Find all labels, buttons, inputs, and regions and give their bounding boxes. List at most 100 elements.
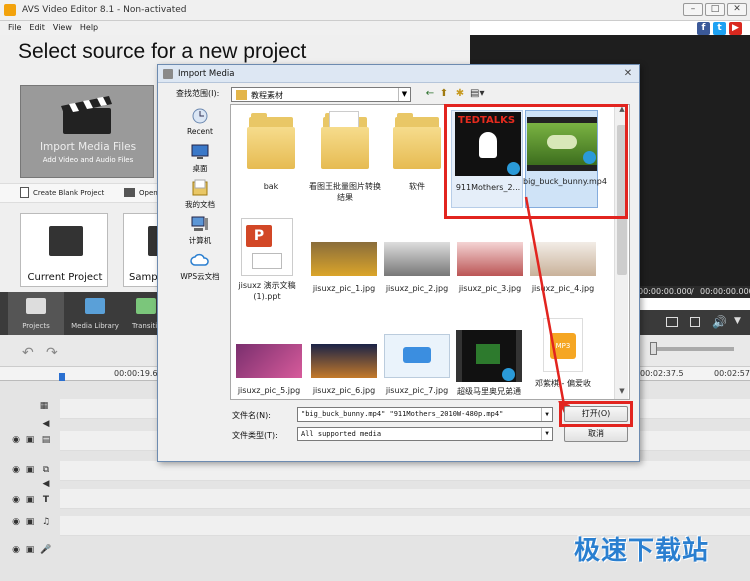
overlay-icon[interactable]: ⧉ xyxy=(40,465,52,475)
playhead[interactable] xyxy=(59,373,65,381)
eye-icon[interactable]: ◉ xyxy=(10,495,22,505)
tab-transitions-label: Transiti xyxy=(132,322,158,330)
clapperboard-icon xyxy=(61,96,112,134)
back-arrow-icon[interactable]: ← xyxy=(424,88,436,100)
chevron-down-icon[interactable]: ▼ xyxy=(541,428,552,440)
lock-icon[interactable]: ▣ xyxy=(24,495,36,505)
lookin-dropdown[interactable]: 教程素材 ▼ xyxy=(231,87,411,102)
file-label: jisuxz_pic_6.jpg xyxy=(312,386,376,395)
volume-icon[interactable]: 🔊 xyxy=(712,315,727,329)
window-title: AVS Video Editor 8.1 - Non-activated xyxy=(22,5,187,15)
file-item[interactable]: 看图王批量图片转换结果 xyxy=(306,111,384,203)
chevron-down-icon[interactable]: ▼ xyxy=(398,88,410,101)
cancel-button[interactable]: 取消 xyxy=(564,426,628,442)
lookin-label: 查找范围(I): xyxy=(176,89,220,98)
up-folder-icon[interactable]: ⬆ xyxy=(438,88,450,100)
text-icon[interactable]: T xyxy=(40,495,52,505)
lock-icon[interactable]: ▣ xyxy=(24,517,36,527)
tab-media-library-label: Media Library xyxy=(71,322,119,330)
tab-transitions[interactable]: Transiti xyxy=(128,292,160,335)
menu-view[interactable]: View xyxy=(53,21,72,35)
file-item[interactable]: P jisuxz 演示文稿(1).ppt xyxy=(228,218,306,302)
tab-media-library[interactable]: Media Library xyxy=(66,292,124,335)
tab-projects[interactable]: Projects xyxy=(8,292,64,335)
current-project-label: Current Project xyxy=(27,272,103,283)
text-track[interactable] xyxy=(60,461,750,481)
image-thumbnail xyxy=(236,344,302,378)
menu-edit[interactable]: Edit xyxy=(29,21,45,35)
open-project-button[interactable]: Open xyxy=(139,189,158,197)
file-item[interactable]: jisuxz_pic_3.jpg xyxy=(451,242,529,294)
file-item[interactable]: MP3 邓紫棋 - 偏爱收 xyxy=(524,318,602,389)
place-computer-label: 计算机 xyxy=(188,236,212,245)
mp3-file-icon: MP3 xyxy=(543,318,583,372)
import-media-tile[interactable]: Import Media Files Add Video and Audio F… xyxy=(20,85,154,178)
view-menu-icon[interactable]: ▤▾ xyxy=(470,88,484,100)
place-computer[interactable]: 计算机 xyxy=(178,215,222,246)
eye-icon[interactable]: ◉ xyxy=(10,435,22,445)
new-folder-icon[interactable]: ✱ xyxy=(454,88,466,100)
microphone-icon[interactable]: 🎤 xyxy=(40,545,52,555)
file-item[interactable]: bak xyxy=(232,111,310,192)
file-label: jisuxz_pic_7.jpg xyxy=(385,386,449,395)
chevron-down-icon[interactable]: ▼ xyxy=(541,408,552,421)
file-item[interactable]: jisuxz_pic_2.jpg xyxy=(378,242,456,294)
zoom-slider-handle[interactable] xyxy=(650,342,657,355)
file-item[interactable]: jisuxz_pic_4.jpg xyxy=(524,242,602,294)
file-item[interactable]: jisuxz_pic_7.jpg xyxy=(378,334,456,396)
dialog-close-button[interactable]: ✕ xyxy=(621,67,635,80)
file-item[interactable]: 超级马里奥兄弟通 xyxy=(450,330,528,397)
create-blank-project-button[interactable]: Create Blank Project xyxy=(33,189,104,197)
image-thumbnail xyxy=(384,242,450,276)
file-item[interactable]: jisuxz_pic_6.jpg xyxy=(305,344,383,396)
menu-file[interactable]: File xyxy=(8,21,21,35)
music-icon[interactable]: ♫ xyxy=(40,517,52,527)
place-wps-cloud-label: WPS云文档 xyxy=(180,272,220,281)
eye-icon[interactable]: ◉ xyxy=(10,465,22,475)
open-annotation-box xyxy=(559,401,633,427)
dialog-title-bar: Import Media ✕ xyxy=(158,65,639,83)
clapperboard-icon xyxy=(26,298,46,314)
place-desktop[interactable]: 桌面 xyxy=(178,143,222,174)
file-label: jisuxz_pic_2.jpg xyxy=(385,284,449,293)
lock-icon[interactable]: ▣ xyxy=(24,465,36,475)
file-item[interactable]: jisuxz_pic_5.jpg xyxy=(230,344,308,396)
page-title: Select source for a new project xyxy=(18,40,307,63)
lock-icon[interactable]: ▣ xyxy=(24,545,36,555)
place-wps-cloud[interactable]: WPS云文档 xyxy=(178,251,222,282)
eye-icon[interactable]: ◉ xyxy=(10,517,22,527)
current-project-tile[interactable]: Current Project xyxy=(20,213,108,287)
eye-icon[interactable]: ◉ xyxy=(10,545,22,555)
place-desktop-label: 桌面 xyxy=(192,164,208,173)
filename-input[interactable]: "big_buck_bunny.mp4" "911Mothers_2010W-4… xyxy=(297,407,553,422)
place-recent[interactable]: Recent xyxy=(178,107,222,136)
film-icon xyxy=(85,298,105,314)
close-button[interactable]: ✕ xyxy=(727,3,747,16)
minimize-button[interactable]: – xyxy=(683,3,703,16)
chevron-down-icon[interactable]: ▼ xyxy=(734,316,741,326)
zoom-slider[interactable] xyxy=(650,342,734,355)
twitter-icon[interactable]: t xyxy=(713,22,726,35)
effects-icon[interactable]: ▤ xyxy=(40,435,52,445)
undo-icon[interactable]: ↶ xyxy=(22,345,34,361)
documents-icon xyxy=(192,179,208,196)
menu-help[interactable]: Help xyxy=(80,21,98,35)
redo-icon[interactable]: ↷ xyxy=(46,345,58,361)
watermark: 极速下载站 xyxy=(574,536,710,566)
scroll-down-icon[interactable]: ▼ xyxy=(615,387,629,399)
fullscreen-icon[interactable] xyxy=(690,317,700,327)
place-documents[interactable]: 我的文档 xyxy=(178,179,222,210)
ruler-mark: 00:02:37.5 xyxy=(640,369,684,378)
transition-icon xyxy=(136,298,156,314)
slide-outline xyxy=(252,253,282,269)
facebook-icon[interactable]: f xyxy=(697,22,710,35)
recent-icon xyxy=(192,108,208,124)
youtube-icon[interactable]: ▶ xyxy=(729,22,742,35)
file-item[interactable]: jisuxz_pic_1.jpg xyxy=(305,242,383,294)
filetype-select[interactable]: All supported media ▼ xyxy=(297,427,553,441)
lock-icon[interactable]: ▣ xyxy=(24,435,36,445)
music-track[interactable] xyxy=(60,489,750,509)
snapshot-icon[interactable] xyxy=(666,317,678,327)
video-thumbnail xyxy=(456,330,522,382)
maximize-button[interactable]: □ xyxy=(705,3,725,16)
